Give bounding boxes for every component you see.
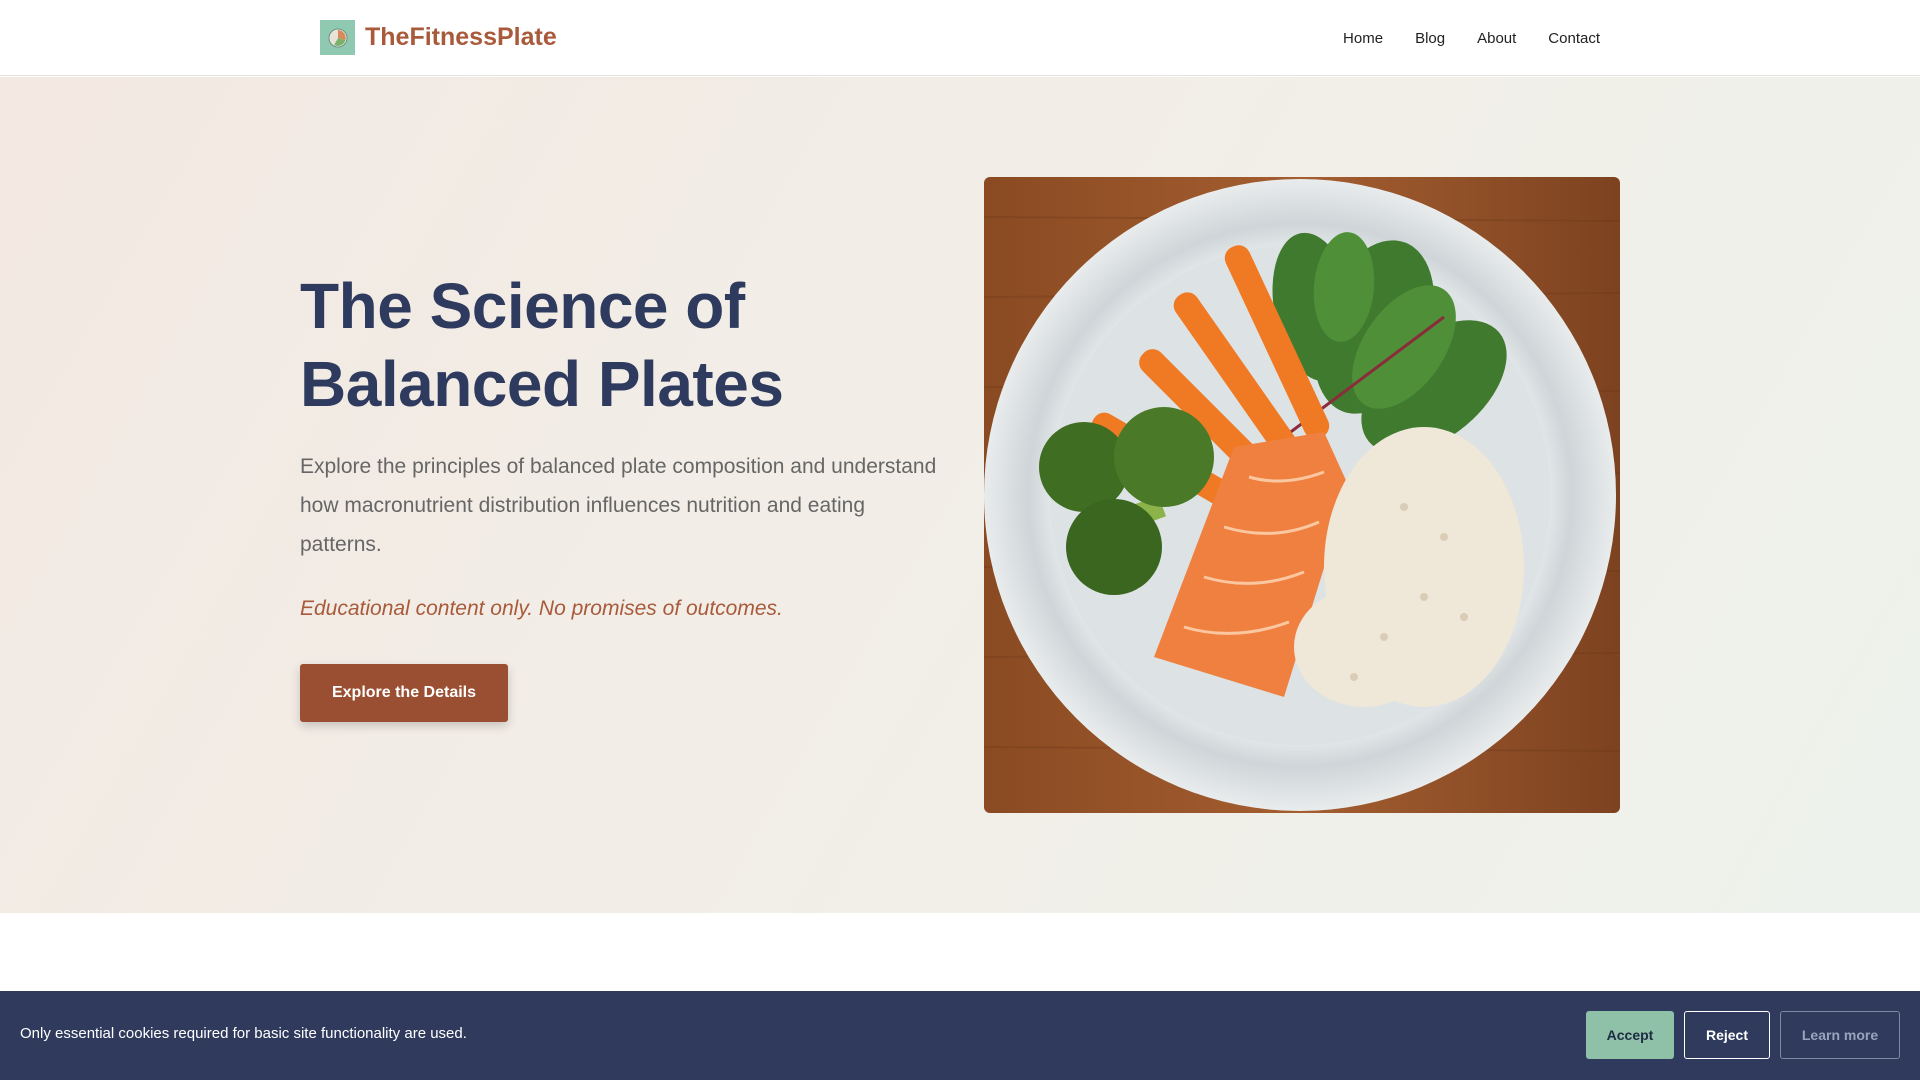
balanced-plate-photo [984, 177, 1620, 813]
nav-blog[interactable]: Blog [1415, 30, 1445, 47]
plate-logo-icon [320, 20, 355, 55]
hero-disclaimer: Educational content only. No promises of… [300, 597, 783, 620]
cookie-banner: Only essential cookies required for basi… [0, 991, 1920, 1080]
brand-logo[interactable]: TheFitnessPlate [320, 20, 557, 55]
site-header: TheFitnessPlate Home Blog About Contact [0, 0, 1920, 76]
cookie-message: Only essential cookies required for basi… [20, 1025, 467, 1042]
hero-section: The Science of Balanced Plates Explore t… [0, 77, 1920, 913]
nav-home[interactable]: Home [1343, 30, 1383, 47]
explore-details-button[interactable]: Explore the Details [300, 664, 508, 722]
nav-contact[interactable]: Contact [1548, 30, 1600, 47]
hero-title-line-2: Balanced Plates [300, 348, 784, 420]
cookie-accept-button[interactable]: Accept [1586, 1011, 1674, 1059]
brand-name: TheFitnessPlate [365, 23, 557, 51]
hero-description: Explore the principles of balanced plate… [300, 455, 937, 556]
hero-title: The Science of Balanced Plates [300, 267, 940, 423]
cookie-learn-more-button[interactable]: Learn more [1780, 1011, 1900, 1059]
nav-about[interactable]: About [1477, 30, 1516, 47]
main-nav: Home Blog About Contact [1311, 0, 1600, 76]
cookie-reject-button[interactable]: Reject [1684, 1011, 1770, 1059]
hero-title-line-1: The Science of [300, 270, 745, 342]
